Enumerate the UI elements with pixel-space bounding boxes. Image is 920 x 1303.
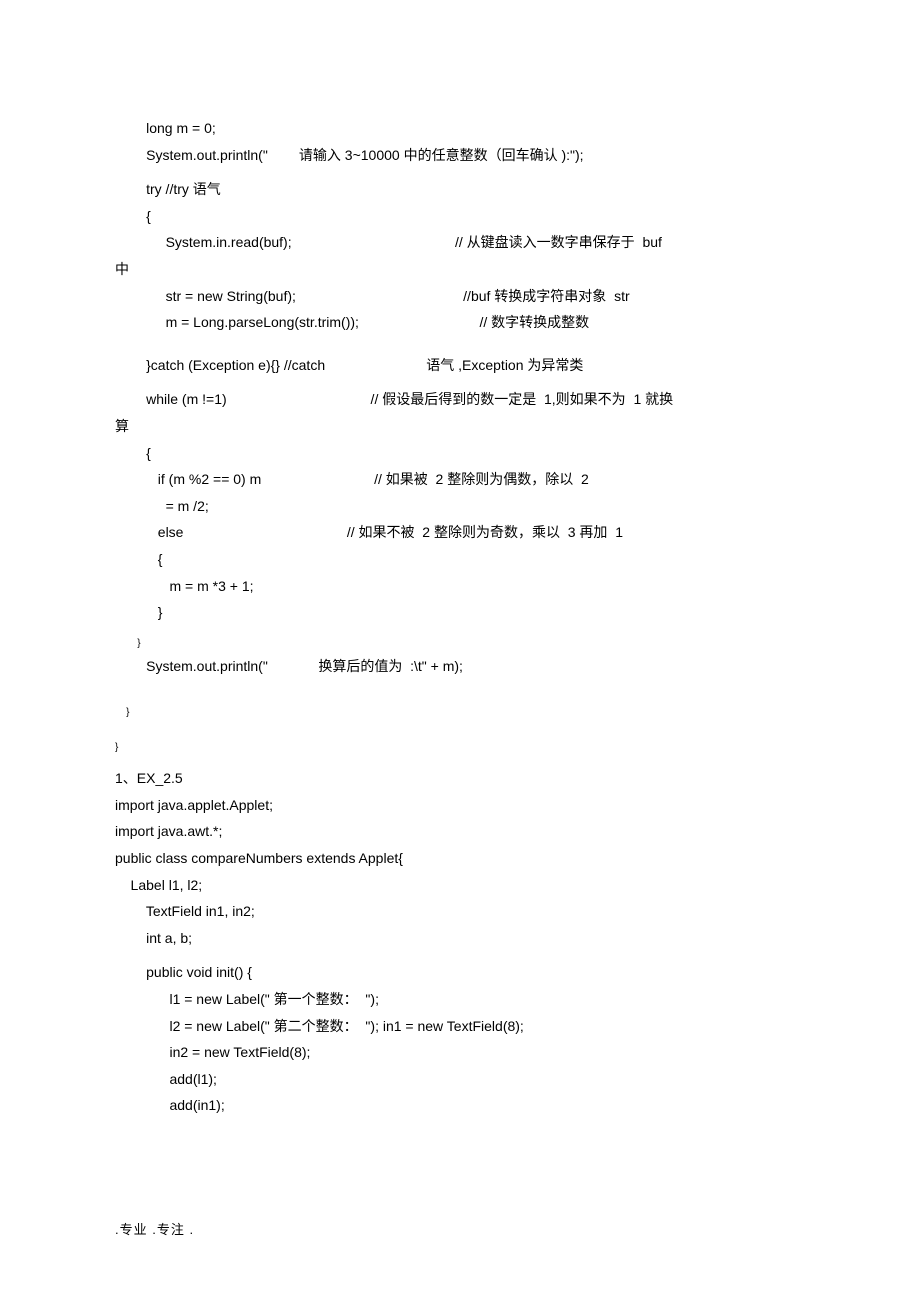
comment-fragment: // 如果不被 2 整除则为奇数，乘以 3 再加 1 xyxy=(183,519,623,546)
code-line: m = m *3 + 1; xyxy=(115,573,805,600)
document-page: long m = 0; System.out.println(" 请输入 3~1… xyxy=(0,0,920,1278)
comment-fragment: // 假设最后得到的数一定是 1,则如果不为 1 就换 xyxy=(227,386,674,413)
comment-fragment: 换算后的值为 :\t" + m); xyxy=(268,653,463,680)
comment-fragment: 语气 ,Exception 为异常类 xyxy=(325,352,583,379)
code-fragment: System.out.println(" xyxy=(115,142,268,169)
code-line: } xyxy=(115,703,805,722)
code-fragment: System.in.read(buf); xyxy=(115,229,292,256)
code-line: m = Long.parseLong(str.trim()); // 数字转换成… xyxy=(115,309,805,336)
code-line: import java.applet.Applet; xyxy=(115,792,805,819)
code-line: l2 = new Label(" 第二个整数： "); in1 = new Te… xyxy=(115,1013,805,1040)
heading-line: 1、EX_2.5 xyxy=(115,765,805,792)
code-fragment: }catch (Exception e){} //catch xyxy=(115,352,325,379)
code-line: l1 = new Label(" 第一个整数： "); xyxy=(115,986,805,1013)
code-line: while (m !=1) // 假设最后得到的数一定是 1,则如果不为 1 就… xyxy=(115,386,805,413)
code-fragment: if (m %2 == 0) m xyxy=(115,466,261,493)
comment-fragment: //buf 转换成字符串对象 str xyxy=(296,283,630,310)
code-line: int a, b; xyxy=(115,925,805,952)
code-fragment: str = new String(buf); xyxy=(115,283,296,310)
code-line: System.out.println(" 换算后的值为 :\t" + m); xyxy=(115,653,805,680)
code-line: } xyxy=(115,599,805,626)
code-line: } xyxy=(115,634,805,653)
code-line: 中 xyxy=(115,256,805,283)
code-line: str = new String(buf); //buf 转换成字符串对象 st… xyxy=(115,283,805,310)
code-fragment: System.out.println(" xyxy=(115,653,268,680)
code-line: { xyxy=(115,546,805,573)
code-line: add(l1); xyxy=(115,1066,805,1093)
code-line: public void init() { xyxy=(115,959,805,986)
code-line: public class compareNumbers extends Appl… xyxy=(115,845,805,872)
code-line: } xyxy=(115,738,805,757)
footer-row: .专业 .专注 . xyxy=(115,1219,805,1238)
code-line: import java.awt.*; xyxy=(115,818,805,845)
code-line: long m = 0; xyxy=(115,115,805,142)
code-line: if (m %2 == 0) m // 如果被 2 整除则为偶数，除以 2 xyxy=(115,466,805,493)
code-line: else // 如果不被 2 整除则为奇数，乘以 3 再加 1 xyxy=(115,519,805,546)
code-line: { xyxy=(115,203,805,230)
code-fragment: else xyxy=(115,519,183,546)
code-line: 算 xyxy=(115,413,805,440)
code-line: { xyxy=(115,440,805,467)
code-line: in2 = new TextField(8); xyxy=(115,1039,805,1066)
code-line: add(in1); xyxy=(115,1092,805,1119)
code-line: try //try 语气 xyxy=(115,176,805,203)
comment-fragment: // 从键盘读入一数字串保存于 buf xyxy=(292,229,662,256)
code-line: System.in.read(buf); // 从键盘读入一数字串保存于 buf xyxy=(115,229,805,256)
code-fragment: m = Long.parseLong(str.trim()); xyxy=(115,309,359,336)
code-line: TextField in1, in2; xyxy=(115,898,805,925)
code-line: System.out.println(" 请输入 3~10000 中的任意整数（… xyxy=(115,142,805,169)
code-line: = m /2; xyxy=(115,493,805,520)
comment-fragment: // 数字转换成整数 xyxy=(359,309,589,336)
code-line: Label l1, l2; xyxy=(115,872,805,899)
comment-fragment: 请输入 3~10000 中的任意整数（回车确认 ):"); xyxy=(268,142,584,169)
footer-text: .专业 .专注 . xyxy=(115,1222,194,1237)
code-fragment: while (m !=1) xyxy=(115,386,227,413)
comment-fragment: // 如果被 2 整除则为偶数，除以 2 xyxy=(261,466,589,493)
code-line: }catch (Exception e){} //catch 语气 ,Excep… xyxy=(115,352,805,379)
